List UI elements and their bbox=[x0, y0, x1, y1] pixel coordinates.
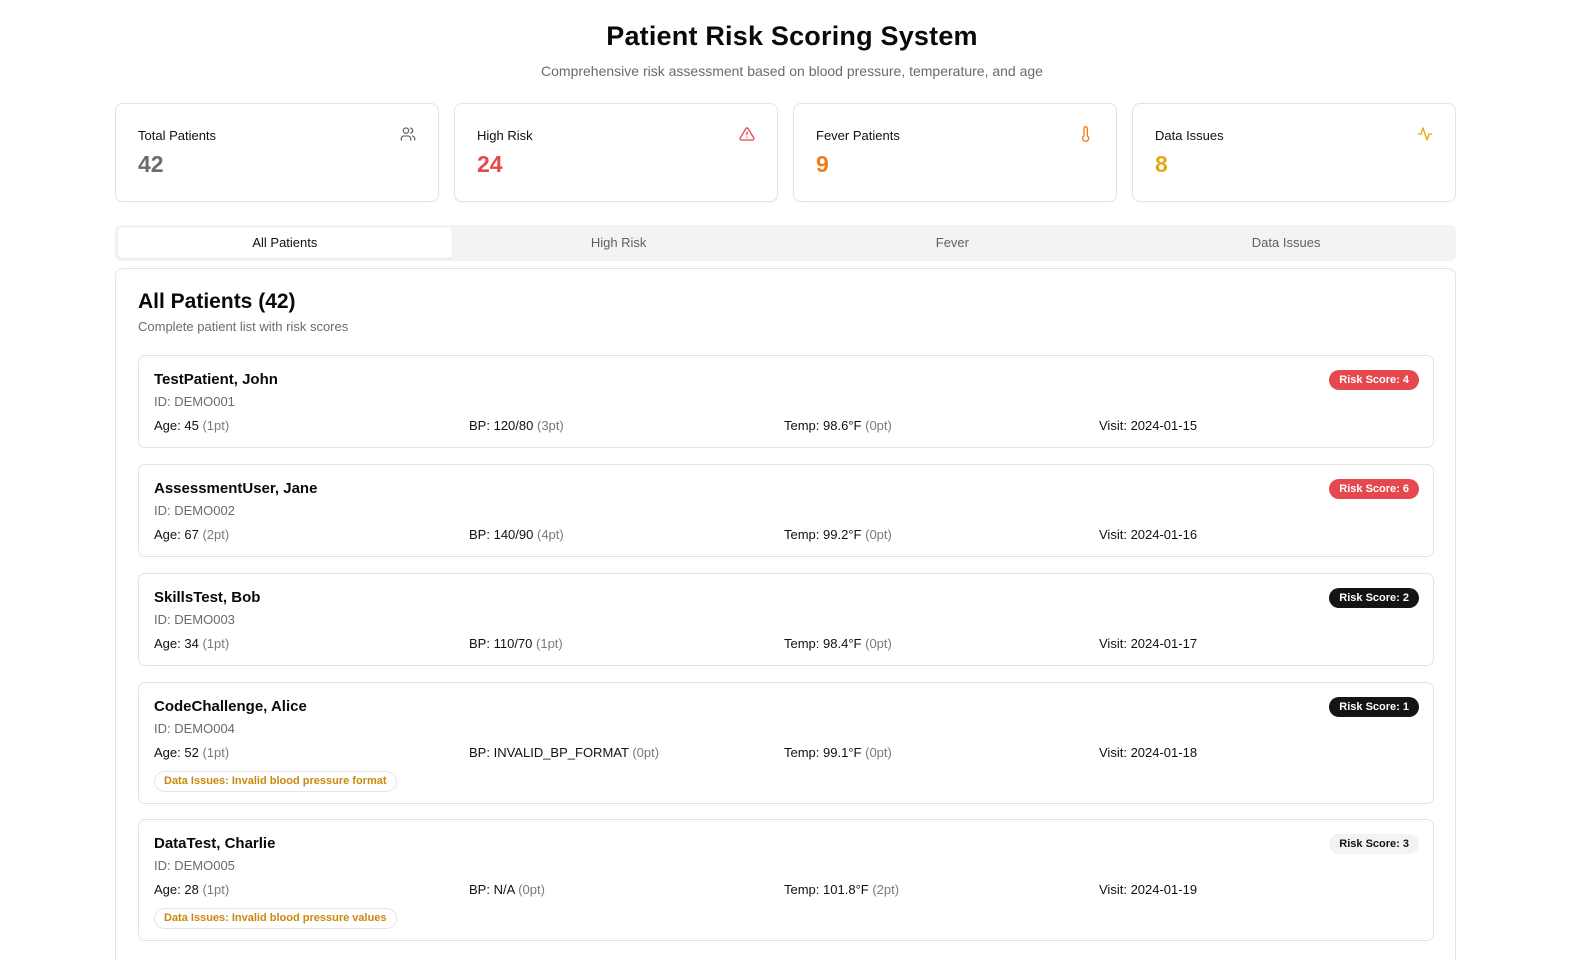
page-title: Patient Risk Scoring System bbox=[606, 21, 978, 51]
temp-field: Temp: 98.6°F (0pt) bbox=[784, 418, 892, 433]
patient-card[interactable]: AssessmentUser, Jane ID: DEMO002 Risk Sc… bbox=[138, 464, 1434, 557]
patient-id: ID: DEMO002 bbox=[154, 503, 235, 518]
temp-field: Temp: 101.8°F (2pt) bbox=[784, 882, 900, 897]
patient-id: ID: DEMO005 bbox=[154, 858, 235, 873]
patient-details: Age: 28 (1pt) BP: N/A (0pt) Temp: 101.8°… bbox=[154, 882, 1414, 897]
stat-card-total: Total Patients 42 bbox=[115, 103, 439, 202]
patient-name: CodeChallenge, Alice bbox=[154, 698, 307, 715]
bp-field: BP: 110/70 (1pt) bbox=[469, 636, 563, 651]
data-issue-badge: Data Issues: Invalid blood pressure valu… bbox=[154, 908, 397, 929]
patient-details: Age: 52 (1pt) BP: INVALID_BP_FORMAT (0pt… bbox=[154, 745, 1414, 760]
stat-value: 9 bbox=[816, 151, 829, 177]
tab-data-issues[interactable]: Data Issues bbox=[1119, 228, 1453, 258]
patient-name: AssessmentUser, Jane bbox=[154, 480, 318, 497]
tab-fever[interactable]: Fever bbox=[786, 228, 1120, 258]
visit-field: Visit: 2024-01-15 bbox=[1099, 418, 1198, 433]
temp-field: Temp: 98.4°F (0pt) bbox=[784, 636, 892, 651]
patient-details: Age: 45 (1pt) BP: 120/80 (3pt) Temp: 98.… bbox=[154, 418, 1414, 433]
stat-card-high-risk: High Risk 24 bbox=[454, 103, 778, 202]
visit-field: Visit: 2024-01-19 bbox=[1099, 882, 1198, 897]
age-field: Age: 67 (2pt) bbox=[154, 527, 230, 542]
visit-field: Visit: 2024-01-18 bbox=[1099, 745, 1198, 760]
patient-id: ID: DEMO001 bbox=[154, 394, 235, 409]
visit-field: Visit: 2024-01-17 bbox=[1099, 636, 1198, 651]
page-subtitle: Comprehensive risk assessment based on b… bbox=[541, 63, 1043, 79]
patient-name: SkillsTest, Bob bbox=[154, 589, 261, 606]
age-field: Age: 45 (1pt) bbox=[154, 418, 230, 433]
temp-field: Temp: 99.2°F (0pt) bbox=[784, 527, 892, 542]
stat-card-fever: Fever Patients 9 bbox=[793, 103, 1117, 202]
tab-high-risk[interactable]: High Risk bbox=[452, 228, 786, 258]
header: Patient Risk Scoring System Comprehensiv… bbox=[0, 0, 1584, 80]
users-icon bbox=[400, 127, 416, 141]
patient-card[interactable]: TestPatient, John ID: DEMO001 Risk Score… bbox=[138, 355, 1434, 448]
temp-field: Temp: 99.1°F (0pt) bbox=[784, 745, 892, 760]
patient-card[interactable]: CodeChallenge, Alice ID: DEMO004 Risk Sc… bbox=[138, 682, 1434, 804]
patient-name: DataTest, Charlie bbox=[154, 835, 276, 852]
stat-label: Fever Patients bbox=[816, 128, 900, 143]
age-field: Age: 28 (1pt) bbox=[154, 882, 230, 897]
data-issue-badge: Data Issues: Invalid blood pressure form… bbox=[154, 771, 397, 792]
page: Patient Risk Scoring System Comprehensiv… bbox=[0, 0, 1584, 960]
bp-field: BP: 120/80 (3pt) bbox=[469, 418, 564, 433]
tab-all-patients[interactable]: All Patients bbox=[118, 228, 452, 258]
patient-details: Age: 67 (2pt) BP: 140/90 (4pt) Temp: 99.… bbox=[154, 527, 1414, 542]
risk-score-badge: Risk Score: 4 bbox=[1329, 370, 1419, 390]
stats-row: Total Patients 42 High Risk 24 Fever Pat… bbox=[115, 103, 1456, 202]
patient-name: TestPatient, John bbox=[154, 371, 278, 388]
patient-card[interactable]: DataTest, Charlie ID: DEMO005 Risk Score… bbox=[138, 819, 1434, 941]
stat-label: High Risk bbox=[477, 128, 533, 143]
patients-panel: All Patients (42) Complete patient list … bbox=[115, 268, 1456, 960]
tab-bar: All Patients High Risk Fever Data Issues bbox=[115, 225, 1456, 261]
stat-value: 42 bbox=[138, 151, 164, 177]
patient-details: Age: 34 (1pt) BP: 110/70 (1pt) Temp: 98.… bbox=[154, 636, 1414, 651]
risk-score-badge: Risk Score: 1 bbox=[1329, 697, 1419, 717]
bp-field: BP: N/A (0pt) bbox=[469, 882, 545, 897]
stat-label: Total Patients bbox=[138, 128, 217, 143]
age-field: Age: 52 (1pt) bbox=[154, 745, 230, 760]
stat-label: Data Issues bbox=[1155, 128, 1224, 143]
risk-score-badge: Risk Score: 3 bbox=[1329, 834, 1419, 854]
panel-title: All Patients (42) bbox=[138, 290, 296, 313]
visit-field: Visit: 2024-01-16 bbox=[1099, 527, 1198, 542]
bp-field: BP: INVALID_BP_FORMAT (0pt) bbox=[469, 745, 660, 760]
activity-icon bbox=[1417, 127, 1433, 141]
stat-value: 8 bbox=[1155, 151, 1168, 177]
panel-subtitle: Complete patient list with risk scores bbox=[138, 319, 349, 334]
patient-id: ID: DEMO003 bbox=[154, 612, 235, 627]
age-field: Age: 34 (1pt) bbox=[154, 636, 230, 651]
thermometer-icon bbox=[1082, 126, 1090, 142]
patient-card[interactable]: SkillsTest, Bob ID: DEMO003 Risk Score: … bbox=[138, 573, 1434, 666]
stat-card-data-issues: Data Issues 8 bbox=[1132, 103, 1456, 202]
alert-triangle-icon bbox=[739, 127, 755, 141]
patient-id: ID: DEMO004 bbox=[154, 721, 235, 736]
risk-score-badge: Risk Score: 2 bbox=[1329, 588, 1419, 608]
risk-score-badge: Risk Score: 6 bbox=[1329, 479, 1419, 499]
stat-value: 24 bbox=[477, 151, 503, 177]
bp-field: BP: 140/90 (4pt) bbox=[469, 527, 564, 542]
